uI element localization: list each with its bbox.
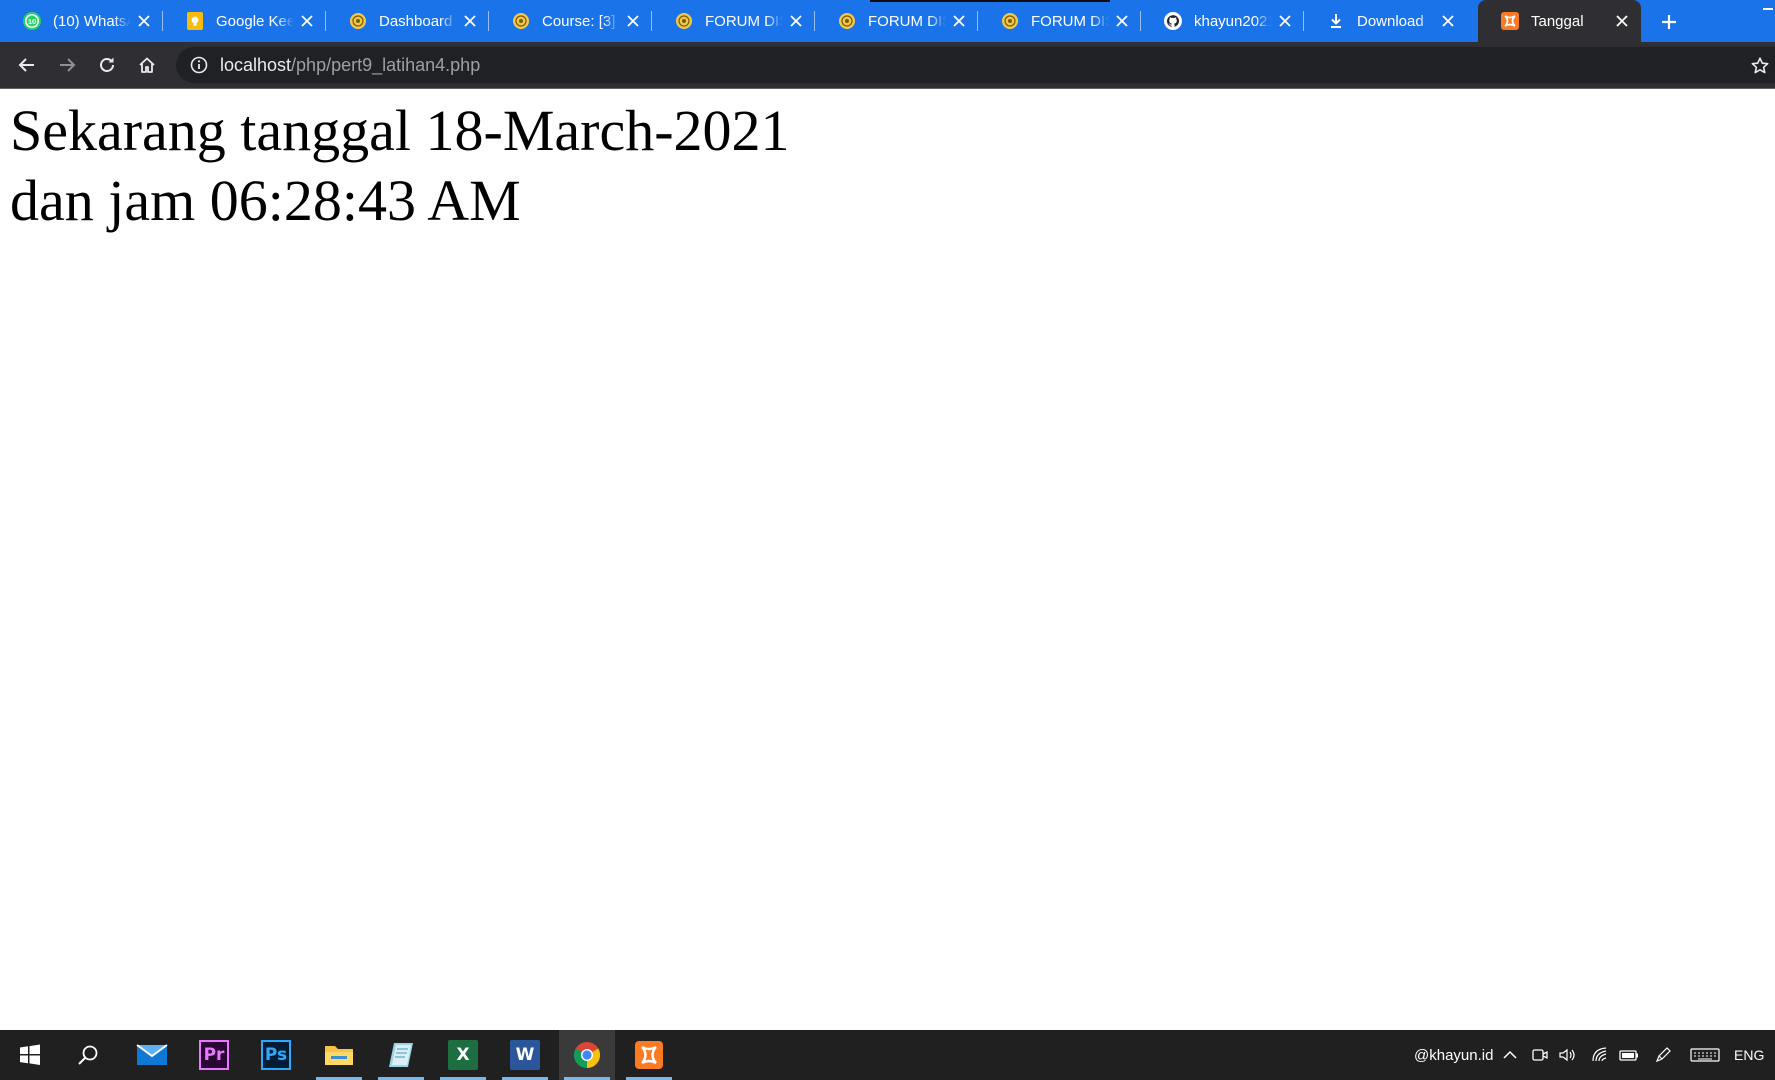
xampp-icon (1500, 11, 1520, 31)
taskbar-premiere[interactable]: Pr (186, 1030, 242, 1080)
search-button[interactable] (60, 1030, 116, 1080)
tab-title: Tanggal (1531, 12, 1584, 30)
home-button[interactable] (133, 51, 161, 79)
site-info-icon[interactable] (190, 56, 208, 74)
word-icon: W (510, 1040, 540, 1070)
tab-title: Dashboard (379, 12, 453, 30)
arrow-left-icon (18, 58, 34, 72)
moodle-icon (348, 11, 368, 31)
tab-tanggal[interactable]: Tanggal (1478, 0, 1641, 42)
arrow-right-icon (60, 58, 76, 72)
close-tab-icon[interactable] (624, 12, 642, 30)
windows-start-icon (20, 1044, 40, 1065)
close-tab-icon[interactable] (787, 12, 805, 30)
tab-title: Download (1357, 12, 1424, 30)
taskbar-file-explorer[interactable] (311, 1030, 367, 1080)
url-host: localhost (220, 54, 292, 75)
close-tab-icon[interactable] (135, 12, 153, 30)
taskbar-chrome[interactable] (559, 1030, 615, 1080)
taskbar: Pr Ps X W @khayun.id ENG (0, 1030, 1775, 1080)
browser-toolbar: localhost/php/pert9_latihan4.php (0, 42, 1775, 88)
tab-download[interactable]: Download (1304, 0, 1467, 42)
taskbar-notes[interactable] (373, 1030, 429, 1080)
taskbar-word[interactable]: W (497, 1030, 553, 1080)
close-tab-icon[interactable] (1113, 12, 1131, 30)
close-tab-icon[interactable] (461, 12, 479, 30)
pen-icon[interactable] (1653, 1045, 1673, 1065)
time-line: dan jam 06:28:43 AM (10, 168, 521, 233)
taskbar-xampp[interactable] (621, 1030, 677, 1080)
moodle-icon (1000, 11, 1020, 31)
tab-forum-1[interactable]: FORUM DISK (652, 0, 815, 42)
tab-title: (10) WhatsApp (53, 12, 131, 30)
taskbar-excel[interactable]: X (435, 1030, 491, 1080)
close-tab-icon[interactable] (1439, 12, 1457, 30)
language-indicator[interactable]: ENG (1734, 1030, 1764, 1080)
file-explorer-icon (325, 1046, 353, 1065)
toolbar-divider (0, 88, 1775, 89)
reload-icon (100, 57, 114, 72)
tab-title: FORUM DISK (1031, 12, 1109, 30)
back-button[interactable] (13, 51, 41, 79)
github-icon (1163, 11, 1183, 31)
keyboard-icon[interactable] (1690, 1045, 1720, 1065)
start-button[interactable] (2, 1030, 58, 1080)
url-path: /php/pert9_latihan4.php (291, 54, 481, 75)
tab-title: khayun2021 (1194, 12, 1272, 30)
close-tab-icon[interactable] (950, 12, 968, 30)
close-tab-icon[interactable] (298, 12, 316, 30)
chrome-icon (573, 1042, 601, 1069)
close-tab-icon[interactable] (1613, 12, 1631, 30)
tab-github[interactable]: khayun2021 (1141, 0, 1304, 42)
moodle-icon (837, 11, 857, 31)
excel-icon: X (448, 1040, 478, 1070)
tray-user-label: @khayun.id (1414, 1046, 1494, 1064)
download-icon (1326, 11, 1346, 31)
tab-strip: 10 (10) WhatsApp Google Keep Dashboard C… (0, 0, 1775, 42)
network-icon[interactable] (1590, 1045, 1610, 1065)
meet-now-icon[interactable] (1530, 1045, 1550, 1065)
tab-title: Course: [3] P (542, 12, 620, 30)
tab-course[interactable]: Course: [3] P (489, 0, 652, 42)
google-keep-icon (185, 11, 205, 31)
tab-google-keep[interactable]: Google Keep (163, 0, 326, 42)
page-content: Sekarang tanggal 18-March-2021 dan jam 0… (10, 96, 1750, 236)
date-line: Sekarang tanggal 18-March-2021 (10, 98, 790, 163)
home-icon (139, 57, 155, 73)
premiere-pro-icon: Pr (199, 1040, 229, 1070)
tab-dashboard[interactable]: Dashboard (326, 0, 489, 42)
new-tab-button[interactable] (1656, 9, 1682, 35)
search-icon (78, 1045, 98, 1065)
whatsapp-icon: 10 (22, 11, 42, 31)
minimize-button[interactable] (1763, 8, 1773, 10)
photoshop-icon: Ps (261, 1040, 291, 1070)
bookmark-star-icon[interactable] (1750, 56, 1770, 76)
chevron-up-icon[interactable] (1500, 1045, 1520, 1065)
forward-button[interactable] (53, 51, 81, 79)
taskbar-mail[interactable] (124, 1030, 180, 1080)
mail-icon (136, 1044, 168, 1065)
plus-icon (1662, 15, 1676, 29)
notes-app-icon (389, 1043, 413, 1067)
volume-icon[interactable] (1557, 1045, 1577, 1065)
tab-title: FORUM DISK (868, 12, 946, 30)
address-bar[interactable]: localhost/php/pert9_latihan4.php (176, 47, 1775, 83)
tab-forum-3[interactable]: FORUM DISK (978, 0, 1141, 42)
tab-title: Google Keep (216, 12, 294, 30)
tab-forum-2[interactable]: FORUM DISK (815, 0, 978, 42)
moodle-icon (674, 11, 694, 31)
close-tab-icon[interactable] (1276, 12, 1294, 30)
taskbar-photoshop[interactable]: Ps (248, 1030, 304, 1080)
xampp-icon (635, 1041, 663, 1069)
battery-icon[interactable] (1619, 1045, 1639, 1065)
whatsapp-badge: 10 (28, 17, 36, 26)
tab-title: FORUM DISK (705, 12, 783, 30)
tab-whatsapp[interactable]: 10 (10) WhatsApp (0, 0, 163, 42)
moodle-icon (511, 11, 531, 31)
reload-button[interactable] (93, 51, 121, 79)
